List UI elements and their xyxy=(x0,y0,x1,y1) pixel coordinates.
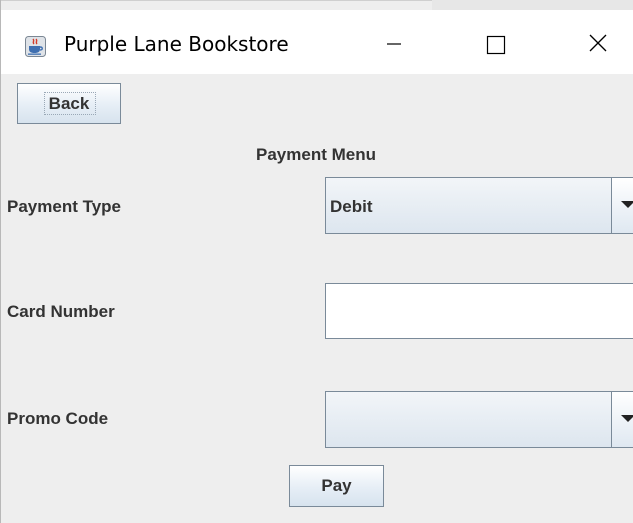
minimize-icon xyxy=(387,43,401,45)
app-window: Purple Lane Bookstore Back Payment Menu … xyxy=(0,0,633,523)
close-icon xyxy=(589,34,607,52)
pay-button[interactable]: Pay xyxy=(289,465,384,507)
maximize-icon xyxy=(486,35,506,55)
background-window-strip xyxy=(432,0,633,10)
page-title: Payment Menu xyxy=(256,145,376,164)
card-number-field[interactable] xyxy=(325,283,633,339)
back-button[interactable]: Back xyxy=(17,83,121,124)
payment-type-dropdown[interactable]: Debit xyxy=(325,177,633,234)
maximize-button[interactable] xyxy=(469,22,525,66)
chevron-down-icon xyxy=(621,201,633,208)
window-left-border xyxy=(0,0,1,523)
java-coffee-cup-icon xyxy=(25,36,46,57)
payment-type-label: Payment Type xyxy=(7,197,122,216)
back-button-label: Back xyxy=(48,93,90,113)
payment-type-dropdown-toggle[interactable] xyxy=(611,178,633,233)
promo-code-dropdown[interactable] xyxy=(325,391,633,448)
minimize-button[interactable] xyxy=(365,22,421,66)
pay-button-label: Pay xyxy=(321,476,352,495)
payment-type-selected: Debit xyxy=(330,197,373,216)
close-button[interactable] xyxy=(569,22,625,66)
promo-code-label: Promo Code xyxy=(7,409,109,428)
promo-code-dropdown-toggle[interactable] xyxy=(611,392,633,447)
chevron-down-icon xyxy=(621,415,633,422)
card-number-label: Card Number xyxy=(7,302,115,321)
title-bar[interactable]: Purple Lane Bookstore xyxy=(1,10,633,74)
window-title: Purple Lane Bookstore xyxy=(64,32,289,56)
